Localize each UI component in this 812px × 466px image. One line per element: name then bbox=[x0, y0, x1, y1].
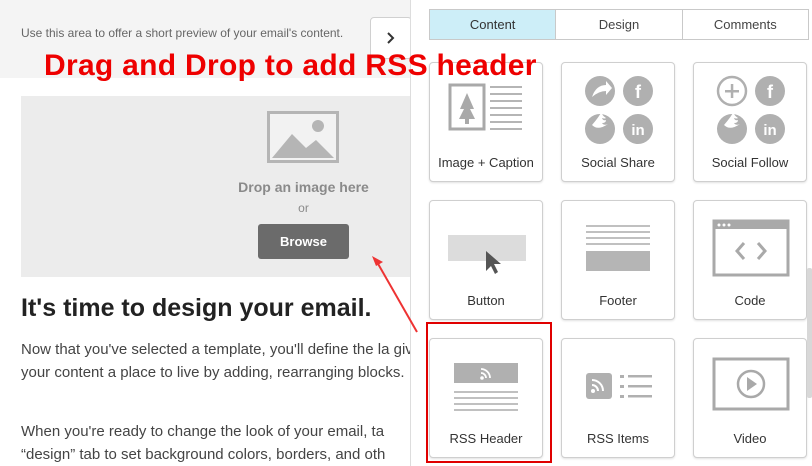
block-footer[interactable]: Footer bbox=[561, 200, 675, 320]
block-rss-items[interactable]: RSS Items bbox=[561, 338, 675, 458]
svg-text:f: f bbox=[635, 82, 642, 102]
tab-content[interactable]: Content bbox=[430, 10, 557, 39]
block-label: Image + Caption bbox=[438, 155, 534, 170]
code-block-icon bbox=[712, 219, 790, 277]
footer-block-icon bbox=[586, 225, 650, 271]
email-body: Drop an image here or Browse It's time t… bbox=[0, 78, 410, 466]
chevron-right-icon bbox=[387, 32, 395, 44]
block-code[interactable]: Code bbox=[693, 200, 807, 320]
block-video[interactable]: Video bbox=[693, 338, 807, 458]
email-paragraph-1[interactable]: Now that you've selected a template, you… bbox=[21, 338, 410, 384]
block-button[interactable]: Button bbox=[429, 200, 543, 320]
rss-items-icon bbox=[586, 373, 652, 399]
block-label: Code bbox=[734, 293, 766, 308]
browse-button[interactable]: Browse bbox=[258, 224, 349, 259]
email-paragraph-2[interactable]: When you're ready to change the look of … bbox=[21, 420, 410, 466]
image-placeholder-icon bbox=[267, 111, 339, 163]
block-label: RSS Items bbox=[586, 431, 650, 446]
drop-image-text: Drop an image here bbox=[238, 179, 369, 195]
preheader-text[interactable]: Use this area to offer a short preview o… bbox=[21, 26, 343, 40]
or-text: or bbox=[298, 201, 309, 215]
email-heading[interactable]: It's time to design your email. bbox=[21, 294, 371, 323]
block-label: Button bbox=[467, 293, 505, 308]
svg-text:f: f bbox=[767, 82, 774, 102]
rss-header-highlight bbox=[426, 322, 552, 463]
block-social-share[interactable]: f in Social Share bbox=[561, 62, 675, 182]
svg-text:in: in bbox=[631, 122, 644, 139]
block-label: Footer bbox=[599, 293, 637, 308]
social-share-icon: f in bbox=[585, 76, 653, 144]
image-drop-zone[interactable]: Drop an image here or Browse bbox=[21, 96, 410, 277]
block-label: Video bbox=[733, 431, 767, 446]
block-label: Social Share bbox=[581, 155, 655, 170]
panel-tabs: Content Design Comments bbox=[429, 9, 809, 40]
panel-scrollbar[interactable] bbox=[807, 268, 812, 398]
tab-comments[interactable]: Comments bbox=[682, 10, 808, 39]
button-block-icon bbox=[448, 235, 526, 274]
tab-design[interactable]: Design bbox=[556, 10, 683, 39]
social-follow-icon: f in bbox=[716, 75, 785, 144]
video-block-icon bbox=[712, 357, 790, 411]
block-label: Social Follow bbox=[711, 155, 789, 170]
annotation-text: Drag and Drop to add RSS header bbox=[44, 49, 537, 82]
svg-text:in: in bbox=[763, 122, 776, 139]
block-social-follow[interactable]: f in Social Follow bbox=[693, 62, 807, 182]
